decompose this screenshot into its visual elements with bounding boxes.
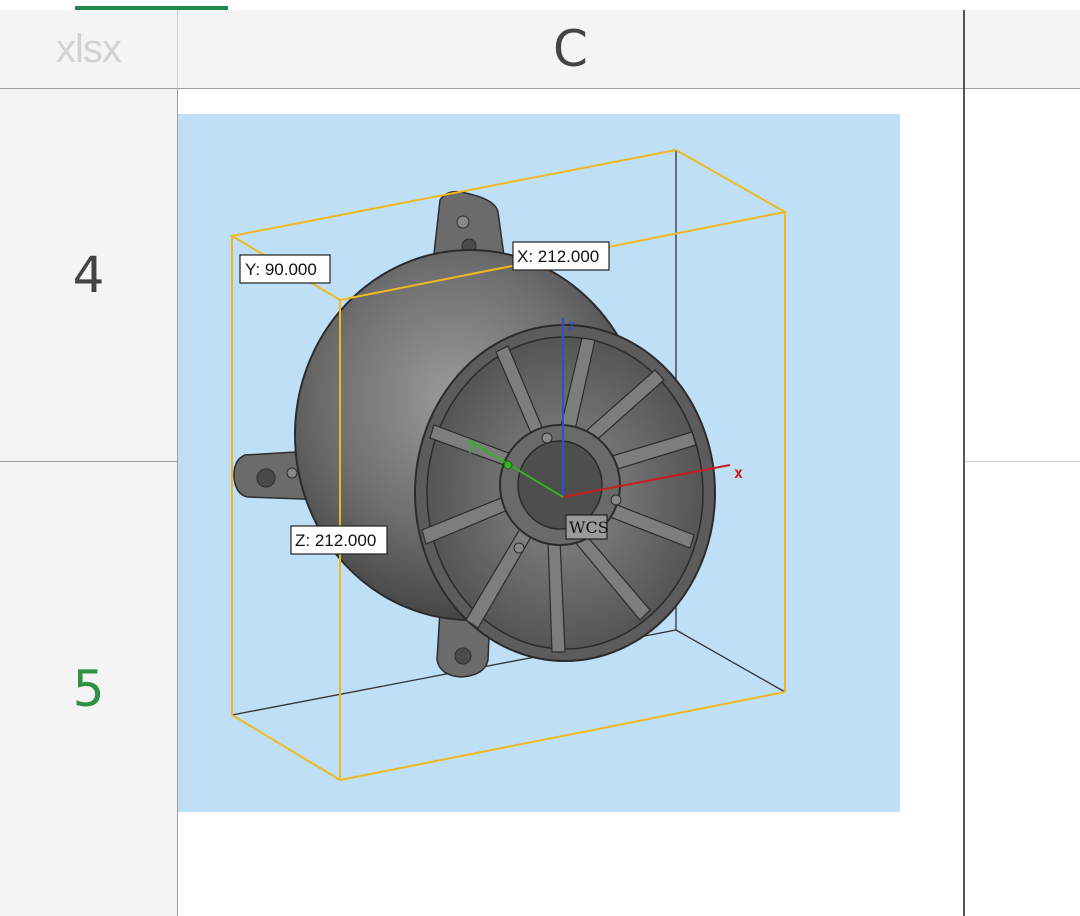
csys-label-text: WCS: [569, 518, 609, 537]
corner-label: xlsx: [56, 26, 122, 71]
column-c-right-border: [963, 88, 965, 916]
column-header-next[interactable]: [965, 10, 1080, 89]
row-header-label: 5: [72, 660, 105, 718]
dimension-label-y: Y: 90.000: [239, 254, 331, 284]
y-axis-letter: y: [468, 439, 476, 454]
svg-text:X: 212.000: X: 212.000: [517, 247, 599, 266]
dimension-label-z: Z: 212.000: [290, 525, 388, 555]
column-header-c[interactable]: C: [178, 10, 965, 89]
row-header-5[interactable]: 5: [0, 462, 178, 916]
row-header-label: 4: [72, 246, 105, 304]
svg-text:Z: 212.000: Z: 212.000: [295, 531, 376, 550]
z-axis-letter: z: [567, 318, 575, 334]
x-axis-letter: x: [734, 464, 743, 482]
svg-text:Y: 90.000: Y: 90.000: [245, 260, 317, 279]
embedded-model-image[interactable]: z x y WCS Y: 90.000 X: 212.000 Z: 212.00…: [178, 114, 900, 812]
csys-label: WCS: [565, 514, 609, 540]
select-all-corner[interactable]: xlsx: [0, 10, 178, 89]
row-divider: [965, 461, 1080, 462]
column-header-label: C: [553, 20, 588, 78]
row-header-4[interactable]: 4: [0, 89, 178, 462]
y-axis-marker: [503, 460, 513, 470]
dimension-label-x: X: 212.000: [512, 241, 610, 271]
